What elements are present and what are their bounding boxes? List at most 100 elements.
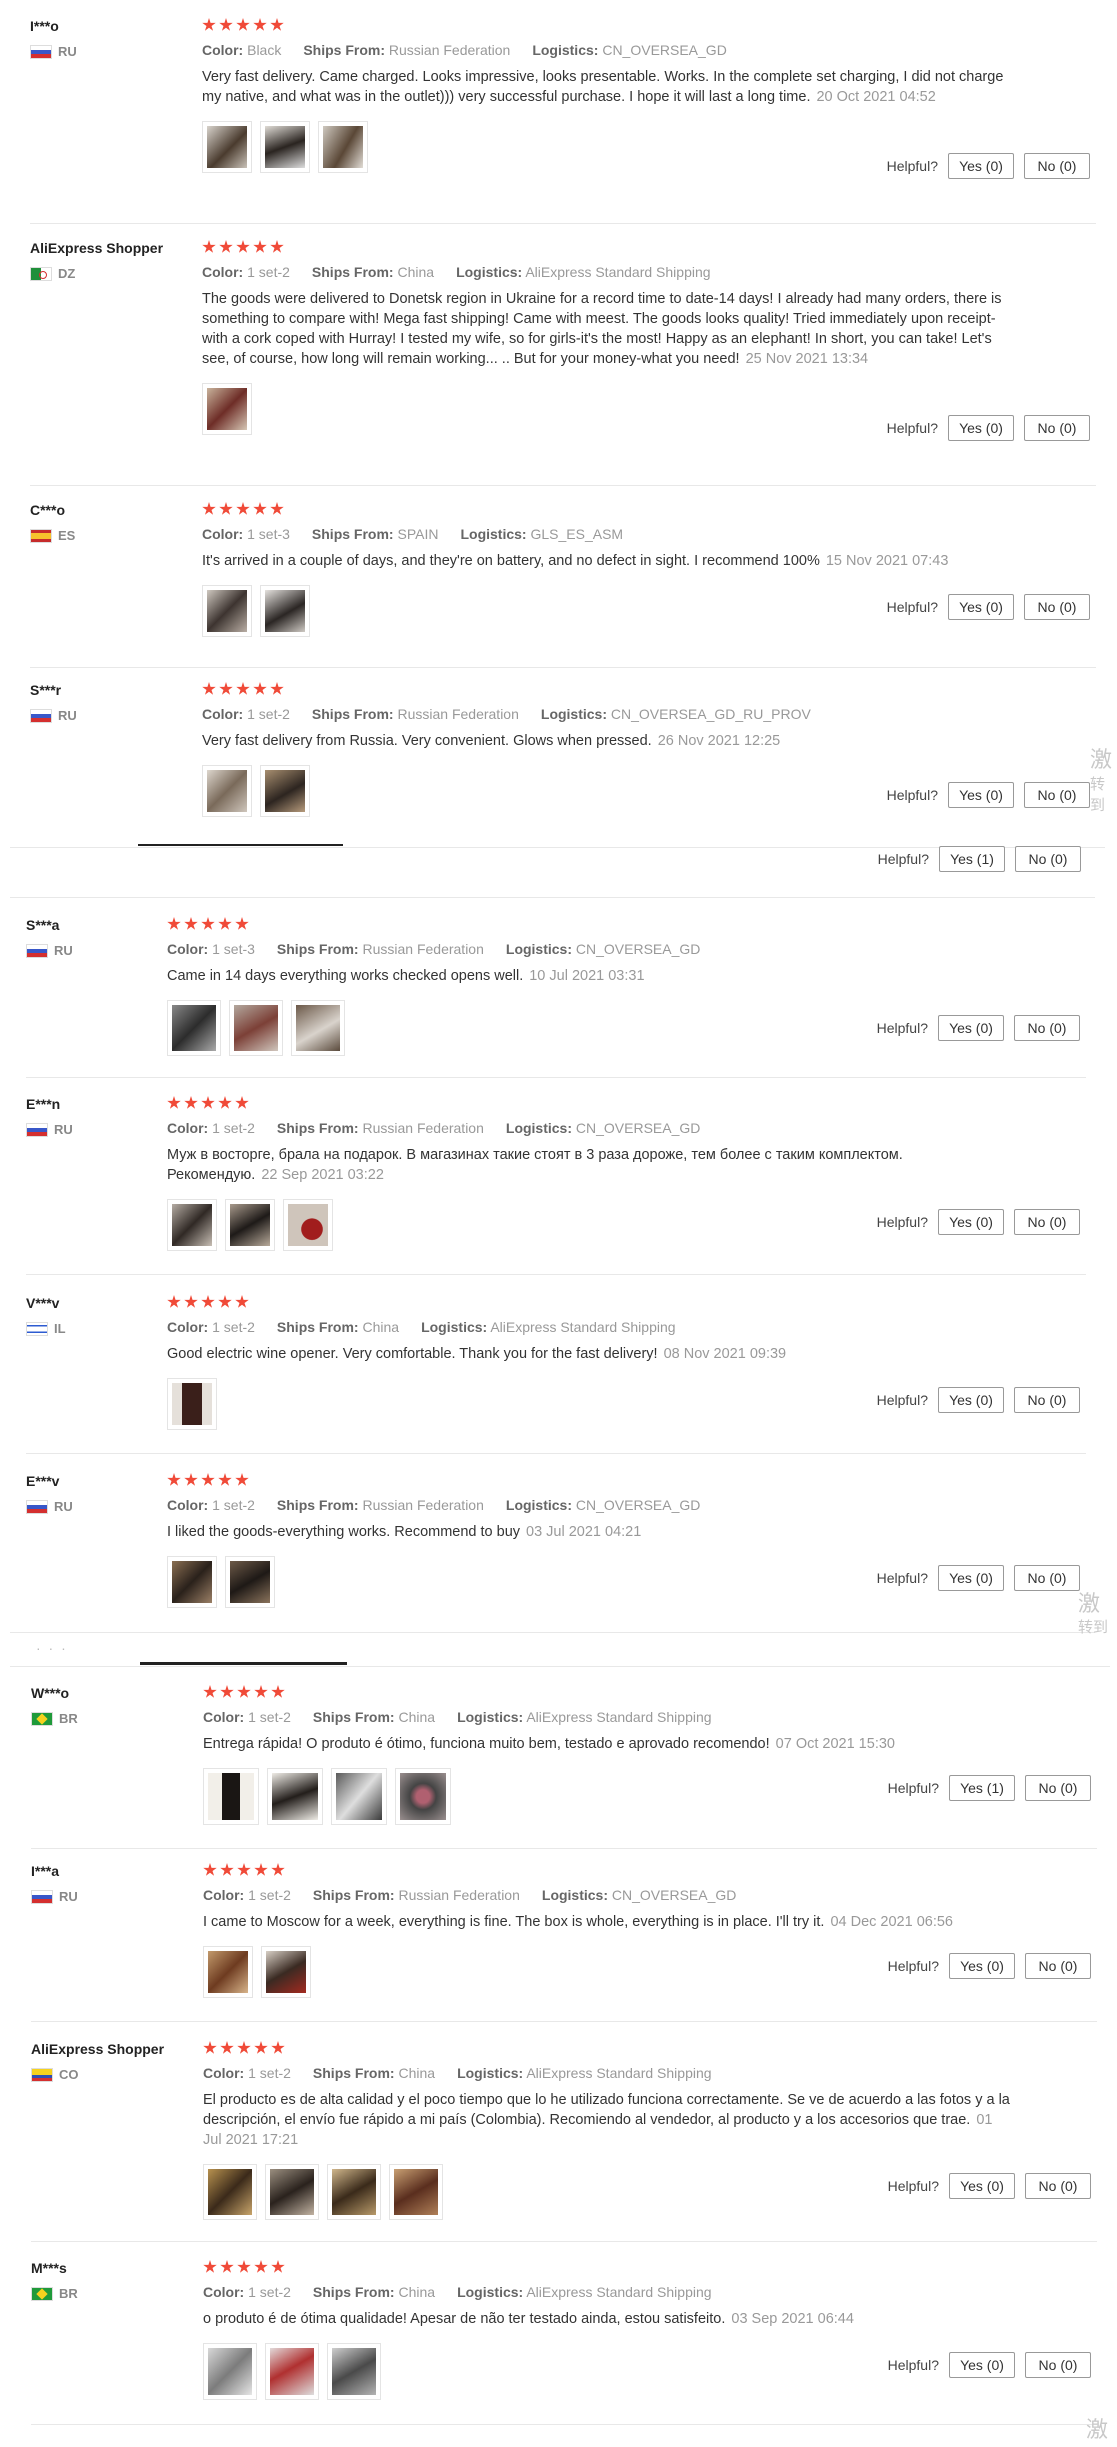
review-image-content: [208, 2169, 252, 2215]
vote-no-button[interactable]: No (0): [1025, 2352, 1091, 2378]
star-icon: [202, 240, 216, 253]
review-image-content: [394, 2169, 438, 2215]
vote-no-button[interactable]: No (0): [1014, 1565, 1080, 1591]
review-date: 04 Dec 2021 06:56: [830, 1914, 953, 1930]
helpful-votes-partial: Helpful? Yes (1) No (0): [878, 846, 1081, 872]
flag-icon: [26, 1321, 48, 1336]
review-attributes: Color: 1 set-2 Ships From: China Logistics…: [203, 2284, 712, 2300]
rating-stars: [203, 2260, 1097, 2274]
review-image[interactable]: [229, 1000, 283, 1056]
review-image[interactable]: [265, 2164, 319, 2220]
review-image[interactable]: [395, 1768, 451, 1825]
review-image[interactable]: [318, 121, 368, 173]
review-image-content: [230, 1204, 270, 1246]
review-attributes: Color: 1 set-2 Ships From: Russian Federa…: [167, 1497, 701, 1513]
review-image[interactable]: [167, 1199, 217, 1251]
vote-no-button[interactable]: No (0): [1025, 1775, 1091, 1801]
review-image-content: [234, 1005, 278, 1051]
seam-line: [138, 844, 343, 846]
rating-stars: [203, 1863, 1097, 1877]
review-10: I***a RU Color: 1 set-2 Ships From: Russi…: [31, 1863, 1097, 2022]
helpful-votes: Helpful? Yes (0) No (0): [877, 1015, 1080, 1041]
review-image[interactable]: [267, 1768, 323, 1825]
star-icon: [184, 1473, 198, 1486]
vote-no-button[interactable]: No (0): [1015, 846, 1081, 872]
vote-no-button[interactable]: No (0): [1014, 1387, 1080, 1413]
star-icon: [220, 2260, 234, 2273]
vote-no-button[interactable]: No (0): [1024, 153, 1090, 179]
review-image[interactable]: [167, 1000, 221, 1056]
review-image[interactable]: [327, 2164, 381, 2220]
review-date: 10 Jul 2021 03:31: [529, 968, 645, 984]
star-icon: [254, 1685, 268, 1698]
vote-yes-button[interactable]: Yes (0): [938, 1565, 1004, 1591]
review-image[interactable]: [260, 121, 310, 173]
vote-no-button[interactable]: No (0): [1014, 1209, 1080, 1235]
review-image[interactable]: [283, 1199, 333, 1251]
review-image[interactable]: [202, 765, 252, 817]
review-image[interactable]: [203, 2343, 257, 2400]
vote-yes-button[interactable]: Yes (0): [948, 782, 1014, 808]
vote-yes-button[interactable]: Yes (0): [948, 153, 1014, 179]
review-text: It's arrived in a couple of days, and th…: [202, 553, 949, 569]
star-icon: [218, 1295, 232, 1308]
review-6: E***n RU Color: 1 set-2 Ships From: Russi…: [26, 1096, 1086, 1275]
review-image[interactable]: [260, 765, 310, 817]
vote-no-button[interactable]: No (0): [1024, 782, 1090, 808]
vote-yes-button[interactable]: Yes (0): [948, 594, 1014, 620]
review-image[interactable]: [331, 1768, 387, 1825]
vote-yes-button[interactable]: Yes (0): [948, 415, 1014, 441]
vote-no-button[interactable]: No (0): [1025, 2173, 1091, 2199]
vote-yes-button[interactable]: Yes (0): [949, 1953, 1015, 1979]
review-image[interactable]: [203, 1946, 253, 1998]
vote-yes-button[interactable]: Yes (0): [949, 2173, 1015, 2199]
vote-yes-button[interactable]: Yes (0): [949, 2352, 1015, 2378]
review-image[interactable]: [327, 2343, 381, 2400]
star-icon: [271, 1863, 285, 1876]
vote-yes-button[interactable]: Yes (1): [939, 846, 1005, 872]
helpful-votes: Helpful? Yes (0) No (0): [888, 1953, 1091, 1979]
vote-yes-button[interactable]: Yes (1): [949, 1775, 1015, 1801]
helpful-votes: Helpful? Yes (0) No (0): [887, 415, 1090, 441]
review-image[interactable]: [203, 2164, 257, 2220]
vote-no-button[interactable]: No (0): [1025, 1953, 1091, 1979]
review-image[interactable]: [291, 1000, 345, 1056]
vote-yes-button[interactable]: Yes (0): [938, 1209, 1004, 1235]
review-image[interactable]: [202, 383, 252, 435]
vote-yes-button[interactable]: Yes (0): [938, 1387, 1004, 1413]
review-image-content: [323, 126, 363, 168]
star-icon: [270, 502, 284, 515]
vote-no-button[interactable]: No (0): [1014, 1015, 1080, 1041]
review-image[interactable]: [225, 1556, 275, 1608]
vote-yes-button[interactable]: Yes (0): [938, 1015, 1004, 1041]
reviewer-name: AliExpress Shopper: [30, 240, 164, 256]
review-attributes: Color: 1 set-2 Ships From: China Logistics…: [203, 2065, 712, 2081]
vote-no-button[interactable]: No (0): [1024, 594, 1090, 620]
review-date: 20 Oct 2021 04:52: [816, 89, 936, 105]
review-image-content: [207, 590, 247, 632]
review-image-content: [272, 1773, 318, 1820]
review-image[interactable]: [389, 2164, 443, 2220]
review-attributes: Color: 1 set-2 Ships From: China Logistics…: [203, 1709, 712, 1725]
flag-icon: [30, 266, 52, 281]
review-image[interactable]: [265, 2343, 319, 2400]
review-attributes: Color: 1 set-2 Ships From: Russian Federa…: [202, 706, 811, 722]
review-image-content: [208, 1773, 254, 1820]
review-image[interactable]: [261, 1946, 311, 1998]
star-icon: [254, 2260, 268, 2273]
reviewer-country: BR: [31, 1711, 171, 1726]
review-image[interactable]: [225, 1199, 275, 1251]
review-image-content: [266, 1951, 306, 1993]
review-image[interactable]: [167, 1378, 217, 1430]
vote-no-button[interactable]: No (0): [1024, 415, 1090, 441]
review-image[interactable]: [203, 1768, 259, 1825]
review-image[interactable]: [260, 585, 310, 637]
review-image[interactable]: [167, 1556, 217, 1608]
watermark-char: 激: [1086, 2418, 1109, 2443]
review-image[interactable]: [202, 585, 252, 637]
star-icon: [253, 682, 267, 695]
star-icon: [184, 1096, 198, 1109]
star-icon: [167, 1473, 181, 1486]
review-text: Very fast delivery from Russia. Very con…: [202, 733, 781, 749]
review-image[interactable]: [202, 121, 252, 173]
